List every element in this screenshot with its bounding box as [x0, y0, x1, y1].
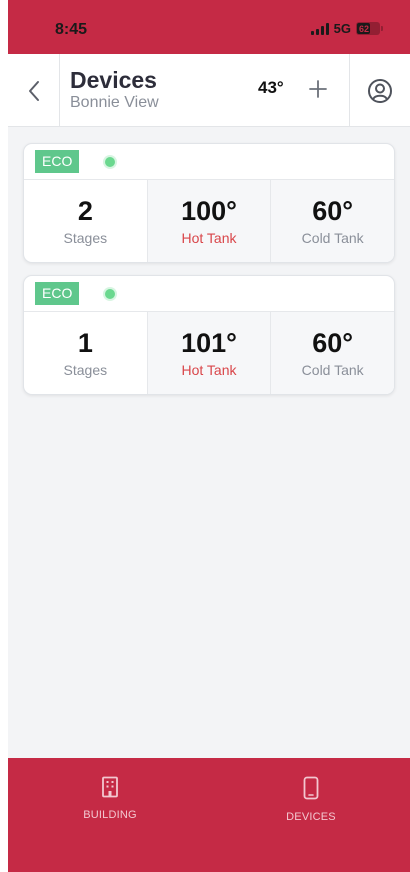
plus-icon: [309, 80, 327, 98]
signal-icon: [310, 22, 329, 35]
profile-button[interactable]: [349, 54, 410, 127]
nav-building[interactable]: BUILDING: [50, 776, 170, 821]
add-device-button[interactable]: [303, 74, 333, 104]
phone-icon: [303, 776, 319, 800]
cold-tank-value: 60°: [312, 328, 354, 358]
back-button[interactable]: [8, 54, 60, 127]
nav-building-label: BUILDING: [83, 809, 137, 821]
device-list: ECO 2 Stages 100° Hot Tank 60° Cold Tank: [23, 143, 395, 407]
status-dot-icon: [105, 288, 116, 299]
device-card[interactable]: ECO 2 Stages 100° Hot Tank 60° Cold Tank: [23, 143, 395, 263]
stages-value: 1: [77, 328, 93, 358]
stages-stat: 2 Stages: [24, 180, 148, 262]
cold-tank-stat: 60° Cold Tank: [271, 312, 394, 394]
stages-value: 2: [77, 196, 93, 226]
network-type: 5G: [333, 21, 351, 36]
hot-tank-label: Hot Tank: [181, 230, 237, 246]
status-icons: 5G 62: [310, 21, 383, 36]
building-name: Bonnie View: [70, 94, 159, 111]
cold-tank-value: 60°: [312, 196, 354, 226]
stages-stat: 1 Stages: [24, 312, 148, 394]
hot-tank-stat: 101° Hot Tank: [147, 312, 272, 394]
outdoor-temperature: 43°: [258, 78, 284, 97]
status-bar: 8:45 5G 62: [8, 0, 410, 54]
eco-badge: ECO: [35, 282, 80, 305]
page-header: Devices Bonnie View 43°: [8, 54, 410, 127]
device-card-header: ECO: [24, 144, 394, 180]
stages-label: Stages: [63, 230, 108, 246]
building-icon: [102, 776, 118, 798]
nav-devices[interactable]: DEVICES: [251, 776, 371, 823]
cold-tank-label: Cold Tank: [301, 362, 364, 378]
bottom-nav: BUILDING DEVICES: [8, 758, 410, 872]
stages-label: Stages: [63, 362, 108, 378]
device-card[interactable]: ECO 1 Stages 101° Hot Tank 60° Cold Tank: [23, 275, 395, 395]
hot-tank-stat: 100° Hot Tank: [147, 180, 272, 262]
hot-tank-value: 100°: [181, 196, 237, 226]
status-dot-icon: [105, 156, 116, 167]
status-time: 8:45: [55, 21, 88, 38]
hot-tank-value: 101°: [181, 328, 237, 358]
cold-tank-stat: 60° Cold Tank: [271, 180, 394, 262]
battery-level: 62: [359, 23, 370, 34]
header-titles: Devices Bonnie View: [70, 67, 159, 113]
device-stats: 1 Stages 101° Hot Tank 60° Cold Tank: [24, 312, 394, 394]
app-frame: 8:45 5G 62 Devices Bonnie View 43° ECO 2…: [8, 0, 410, 872]
page-title: Devices: [70, 67, 157, 93]
battery-icon: 62: [356, 22, 383, 35]
cold-tank-label: Cold Tank: [301, 230, 364, 246]
device-card-header: ECO: [24, 276, 394, 312]
chevron-left-icon: [28, 80, 39, 101]
hot-tank-label: Hot Tank: [181, 362, 237, 378]
user-circle-icon: [368, 78, 392, 103]
eco-badge: ECO: [35, 150, 80, 173]
device-stats: 2 Stages 100° Hot Tank 60° Cold Tank: [24, 180, 394, 262]
nav-devices-label: DEVICES: [286, 811, 336, 823]
